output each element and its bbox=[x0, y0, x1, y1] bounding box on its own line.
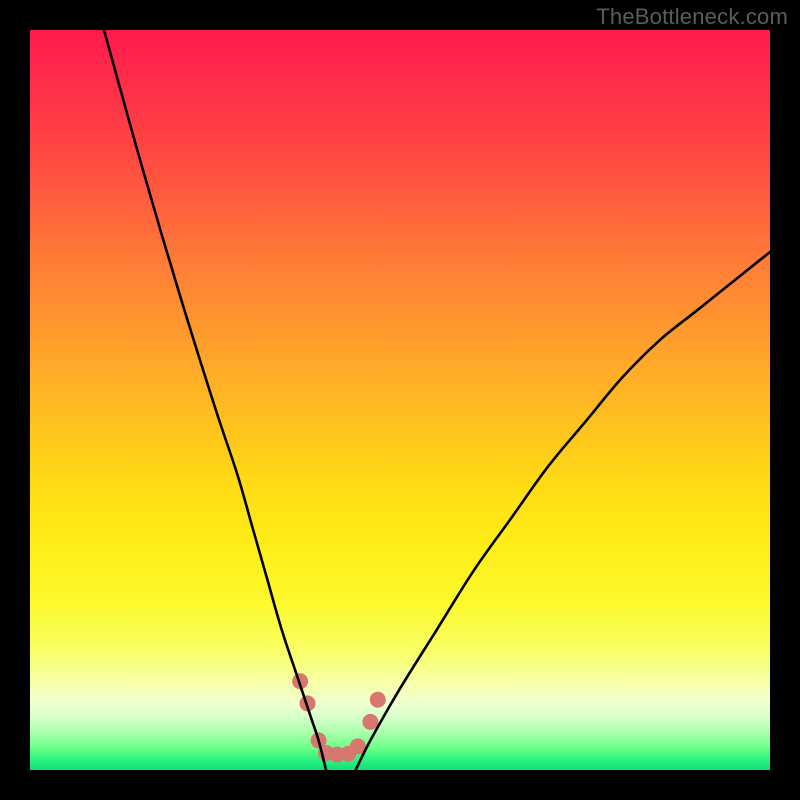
marker-group bbox=[292, 673, 386, 762]
curves-layer bbox=[30, 30, 770, 770]
right-branch-curve bbox=[356, 252, 770, 770]
left-branch-curve bbox=[104, 30, 326, 770]
marker-dot bbox=[362, 714, 378, 730]
marker-dot bbox=[370, 692, 386, 708]
chart-frame: TheBottleneck.com bbox=[0, 0, 800, 800]
watermark-text: TheBottleneck.com bbox=[596, 4, 788, 30]
plot-area bbox=[30, 30, 770, 770]
